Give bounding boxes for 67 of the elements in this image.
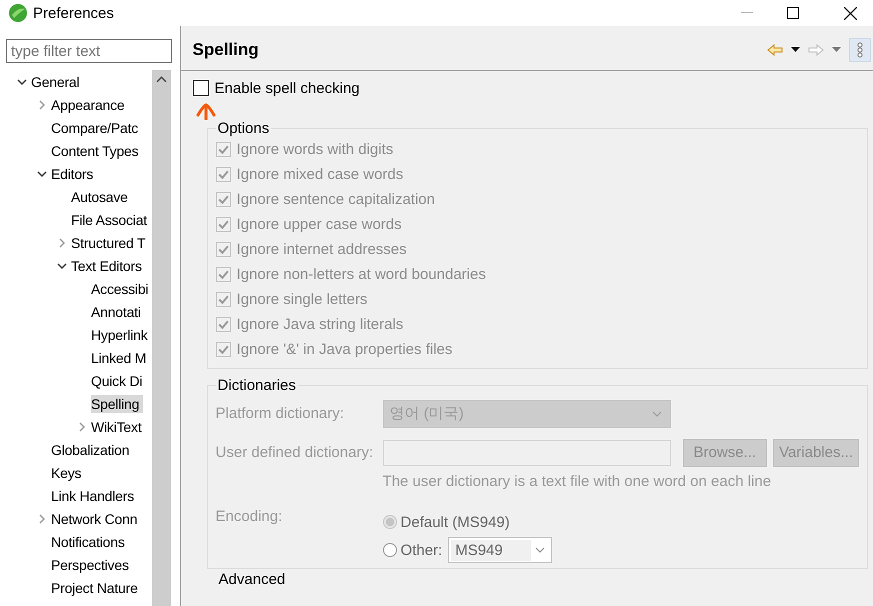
checkbox-label: Enable spell checking (214, 80, 360, 96)
option-label: Ignore upper case words (236, 216, 402, 233)
field-label: Encoding: (216, 508, 284, 525)
tree-item[interactable]: Compare/Patc (51, 118, 140, 136)
tree-item[interactable]: Text Editors (71, 256, 144, 274)
option-label: Ignore '&' in Java properties files (236, 341, 452, 358)
option-label: Ignore single letters (236, 291, 368, 308)
chevron-down-icon[interactable] (17, 76, 27, 86)
radio-label: Default (MS949) (400, 514, 510, 530)
three-dots-icon (857, 42, 863, 58)
maximize-icon[interactable] (787, 7, 799, 19)
back-arrow-icon[interactable] (767, 44, 783, 56)
chevron-right-icon[interactable] (77, 422, 87, 432)
caret-icon (652, 410, 662, 416)
window-title: Preferences (33, 4, 114, 22)
field-label: User defined dictionary: (216, 444, 374, 461)
tree-item[interactable]: Hyperlink (91, 326, 150, 344)
checkbox[interactable] (192, 80, 209, 96)
caret-icon (535, 547, 546, 553)
tree-item[interactable]: Link Handlers (51, 486, 136, 504)
group-title: Advanced (218, 571, 286, 589)
tree-item[interactable]: Linked M (91, 348, 148, 366)
field-label: Platform dictionary: (216, 405, 345, 422)
scrollbar[interactable] (152, 70, 171, 606)
view-menu-button[interactable] (849, 38, 871, 62)
option-label: Ignore sentence capitalization (236, 191, 435, 208)
tree-item[interactable]: Annotati (91, 302, 143, 320)
chevron-right-icon[interactable] (37, 100, 47, 110)
tree-item[interactable]: Globalization (51, 440, 132, 458)
radio-label: Other: (400, 542, 442, 558)
option-label: Ignore non-letters at word boundaries (236, 266, 486, 283)
tree-item[interactable]: Spelling (91, 394, 144, 412)
tree-item[interactable]: Notifications (51, 532, 127, 550)
option-label: Ignore Java string literals (236, 316, 404, 333)
scroll-up-icon[interactable] (156, 76, 167, 83)
tree-item[interactable]: Keys (51, 464, 84, 482)
tree-item[interactable]: General (31, 72, 82, 90)
chevron-right-icon[interactable] (37, 514, 47, 524)
minimize-icon[interactable] (741, 12, 753, 14)
tree-item[interactable]: Project Nature (51, 578, 140, 596)
close-icon[interactable] (844, 6, 857, 20)
hint-text: The user dictionary is a text file with one word on each line (382, 472, 772, 492)
chevron-down-icon[interactable] (57, 260, 67, 270)
tree-item[interactable]: Content Types (51, 142, 140, 160)
group-title: Dictionaries (216, 377, 297, 394)
group-title: Options (216, 120, 270, 137)
tree-item[interactable]: Appearance (51, 96, 127, 114)
tree-item[interactable]: Autosave (71, 188, 130, 206)
app-logo-icon (8, 3, 28, 23)
chevron-right-icon[interactable] (57, 238, 67, 248)
tree-item[interactable]: Quick Di (91, 372, 144, 390)
page-title: Spelling (192, 40, 259, 60)
tree-item[interactable]: Structured T (71, 234, 148, 252)
up-arrow-icon (194, 102, 217, 120)
filter-field[interactable]: type filter text (6, 39, 172, 63)
tree-item[interactable]: WikiText (91, 418, 144, 436)
tree-item[interactable]: Editors (51, 164, 96, 182)
option-label: Ignore internet addresses (236, 241, 407, 258)
tree-item[interactable]: Network Conn (51, 510, 140, 528)
option-label: Ignore mixed case words (236, 166, 404, 183)
chevron-down-icon[interactable] (37, 168, 47, 178)
dropdown-caret-icon[interactable] (791, 47, 800, 52)
forward-arrow-icon[interactable] (808, 44, 824, 56)
option-label: Ignore words with digits (236, 141, 394, 158)
tree-item[interactable]: File Associat (71, 210, 149, 228)
tree-item[interactable]: Perspectives (51, 556, 131, 574)
tree-item[interactable]: Accessibi (91, 280, 150, 298)
